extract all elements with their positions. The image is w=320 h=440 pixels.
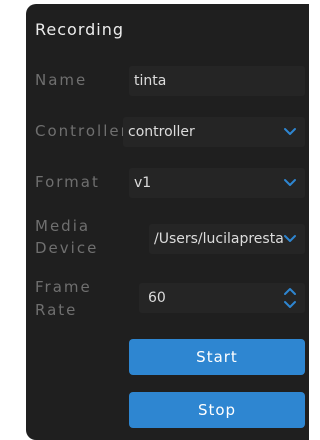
stepper-icon[interactable] — [283, 283, 297, 313]
media-device-value: /Users/lucilapresta — [154, 231, 284, 247]
panel-title: Recording — [35, 20, 125, 39]
format-select[interactable]: v1 — [129, 168, 305, 198]
media-device-select[interactable]: /Users/lucilapresta — [149, 224, 305, 254]
chevron-down-icon — [284, 128, 296, 135]
recording-panel: Recording Name tinta Controller controll… — [26, 4, 309, 440]
frame-rate-stepper[interactable]: 60 — [139, 283, 305, 313]
frame-rate-value: 60 — [148, 290, 166, 306]
frame-label-line2: Rate — [35, 301, 78, 319]
controller-value: controller — [128, 124, 195, 140]
format-value: v1 — [134, 175, 152, 191]
controller-select[interactable]: controller — [123, 117, 305, 147]
media-label-line2: Device — [35, 239, 99, 257]
frame-label-line1: Frame — [35, 278, 92, 296]
format-label: Format — [35, 173, 100, 191]
stop-button[interactable]: Stop — [129, 392, 305, 428]
start-button[interactable]: Start — [129, 339, 305, 375]
chevron-down-icon — [284, 179, 296, 186]
media-label-line1: Media — [35, 217, 91, 235]
name-label: Name — [35, 71, 88, 89]
chevron-down-icon — [284, 235, 296, 242]
name-input[interactable]: tinta — [129, 66, 305, 96]
name-value: tinta — [134, 73, 167, 89]
controller-label: Controller — [35, 122, 129, 140]
